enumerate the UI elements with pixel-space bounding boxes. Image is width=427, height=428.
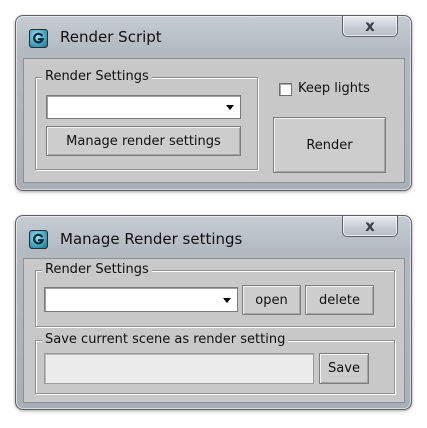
render-script-titlebar[interactable]: Render Script x xyxy=(16,16,411,56)
keep-lights-label[interactable]: Keep lights xyxy=(298,81,370,96)
close-button[interactable]: x xyxy=(342,216,398,237)
render-button[interactable]: Render xyxy=(273,117,386,173)
save-scene-group: Save current scene as render setting Sav… xyxy=(35,332,395,394)
render-settings-group-label: Render Settings xyxy=(42,69,152,84)
app-icon xyxy=(29,230,48,249)
delete-button[interactable]: delete xyxy=(305,285,374,315)
chevron-down-icon xyxy=(223,297,231,303)
close-button[interactable]: x xyxy=(342,16,398,37)
save-scene-name-input[interactable] xyxy=(44,353,314,384)
open-button[interactable]: open xyxy=(242,285,301,315)
chevron-down-icon xyxy=(226,105,234,110)
save-button[interactable]: Save xyxy=(319,353,369,384)
window-title: Manage Render settings xyxy=(60,230,243,248)
render-script-client: Render Settings Manage render settings K… xyxy=(23,58,405,183)
close-icon: x xyxy=(365,216,375,235)
manage-render-settings-button[interactable]: Manage render settings xyxy=(46,126,241,156)
render-settings-group: Render Settings Manage render settings xyxy=(35,69,258,170)
manage-render-settings-window: Manage Render settings x Render Settings… xyxy=(15,215,412,410)
manage-render-client: Render Settings open delete Save current… xyxy=(23,258,405,403)
close-icon: x xyxy=(365,16,375,35)
keep-lights-checkbox[interactable] xyxy=(279,83,292,96)
render-settings-group-label: Render Settings xyxy=(42,262,152,277)
render-settings-group: Render Settings open delete xyxy=(35,262,395,327)
render-script-window: Render Script x Render Settings Manage r… xyxy=(15,15,412,191)
save-scene-group-label: Save current scene as render setting xyxy=(42,332,289,347)
render-settings-dropdown[interactable] xyxy=(44,287,238,312)
manage-render-titlebar[interactable]: Manage Render settings x xyxy=(16,216,411,256)
window-title: Render Script xyxy=(60,28,162,46)
app-icon xyxy=(29,29,48,48)
render-settings-dropdown[interactable] xyxy=(46,95,241,119)
